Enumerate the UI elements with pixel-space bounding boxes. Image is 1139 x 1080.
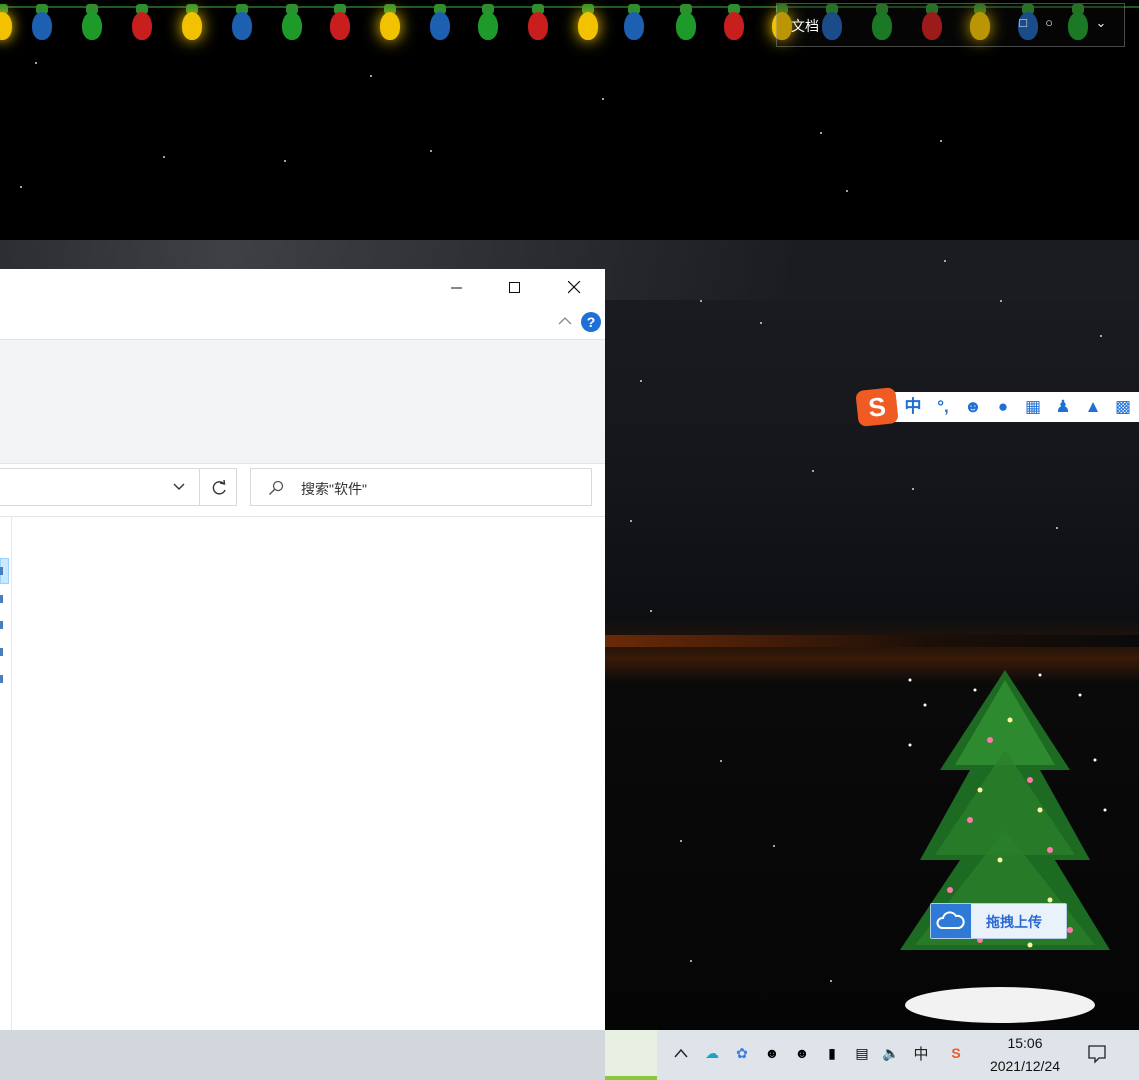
ribbon-panel [0, 339, 605, 464]
close-icon [567, 281, 580, 294]
sogou-ime-toolbar[interactable]: S 中 °, ☻ ● ▦ ♟ ▲ ▩ [855, 387, 1139, 427]
toolbox-grid-icon[interactable]: ▩ [1113, 397, 1133, 417]
horizon-glow [605, 635, 1139, 647]
upload-label: 拖拽上传 [986, 914, 1042, 930]
collapse-ribbon-icon[interactable] [558, 316, 572, 326]
user-account-icon[interactable]: ♟ [1053, 397, 1073, 417]
ribbon-tabs-row: ? [0, 306, 605, 339]
christmas-tree-widget[interactable] [880, 660, 1130, 1030]
refresh-icon[interactable] [210, 479, 228, 497]
network-icon[interactable]: ▤ [851, 1042, 873, 1064]
cloud-drive-icon[interactable]: ☁ [701, 1042, 723, 1064]
skin-shirt-icon[interactable]: ▲ [1083, 397, 1103, 417]
qq-icon-2[interactable]: ☻ [791, 1042, 813, 1064]
ime-mode-toggle[interactable]: 中 [903, 397, 923, 417]
close-button[interactable] [545, 269, 603, 306]
nav-item-marker [0, 675, 3, 683]
punctuation-toggle[interactable]: °, [933, 397, 953, 417]
file-explorer-window: ? 搜索"软件" [0, 269, 605, 1031]
help-button[interactable]: ? [581, 312, 601, 332]
chevron-down-icon[interactable]: ⌄ [1093, 15, 1109, 31]
emoji-icon[interactable]: ☻ [963, 397, 983, 417]
notification-center-icon[interactable] [1086, 1043, 1108, 1065]
input-language-indicator[interactable]: 中 [910, 1042, 932, 1064]
taskbar-apps-area[interactable] [0, 1030, 657, 1080]
show-hidden-icons-button[interactable] [670, 1042, 692, 1064]
battery-icon[interactable]: ▮ [821, 1042, 843, 1064]
address-bar[interactable] [0, 468, 237, 506]
document-floating-bar[interactable]: 文档 □ ○ ⌄ [776, 3, 1125, 47]
drag-upload-button[interactable]: 拖拽上传 [930, 903, 1067, 939]
title-bar[interactable] [0, 269, 605, 306]
active-app-indicator [605, 1076, 657, 1080]
maximize-button[interactable] [486, 269, 544, 306]
nav-item-marker [0, 567, 3, 575]
sogou-logo-icon[interactable]: S [855, 387, 899, 427]
chevron-down-icon[interactable] [173, 483, 185, 491]
search-box[interactable]: 搜索"软件" [250, 468, 592, 506]
window-icon[interactable]: □ [1015, 15, 1031, 31]
maximize-icon [509, 281, 520, 293]
nav-item-marker [0, 595, 3, 603]
minimize-button[interactable] [428, 269, 486, 306]
search-input[interactable]: 搜索"软件" [301, 479, 367, 499]
clock-date[interactable]: 2021/12/24 [979, 1058, 1071, 1074]
minimize-icon [451, 287, 462, 288]
taskbar [0, 1030, 1139, 1080]
baidu-netdisk-icon[interactable]: ✿ [731, 1042, 753, 1064]
qq-icon[interactable]: ☻ [761, 1042, 783, 1064]
microphone-icon[interactable]: ● [993, 397, 1013, 417]
navigation-pane[interactable] [0, 517, 12, 1031]
nav-item-marker [0, 621, 3, 629]
clock-time[interactable]: 15:06 [990, 1035, 1060, 1051]
sogou-tray-icon[interactable]: S [945, 1042, 967, 1064]
taskbar-pinned-app[interactable] [605, 1030, 657, 1080]
search-icon [269, 480, 284, 495]
document-label[interactable]: 文档 [791, 16, 819, 36]
nav-item-marker [0, 648, 3, 656]
cloud-upload-icon [931, 904, 971, 938]
volume-muted-icon[interactable]: 🔈 [880, 1042, 902, 1064]
keyboard-icon[interactable]: ▦ [1023, 397, 1043, 417]
content-area[interactable] [0, 516, 605, 1031]
lock-icon[interactable]: ○ [1041, 15, 1057, 31]
